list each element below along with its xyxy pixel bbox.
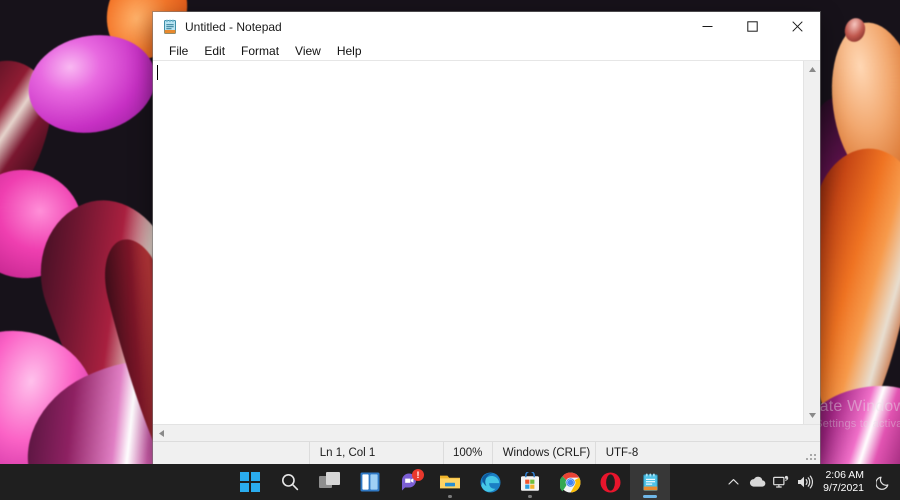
status-encoding[interactable]: UTF-8 bbox=[594, 442, 804, 464]
system-tray: 2:06 AM 9/7/2021 bbox=[721, 464, 900, 500]
menu-item-edit[interactable]: Edit bbox=[196, 42, 233, 60]
file-explorer-button[interactable] bbox=[430, 464, 470, 500]
status-bar-spacer bbox=[153, 442, 309, 464]
notepad-icon bbox=[642, 473, 658, 491]
running-indicator bbox=[528, 495, 532, 498]
clock-date: 9/7/2021 bbox=[823, 482, 864, 494]
widgets-button[interactable] bbox=[350, 464, 390, 500]
scroll-left-arrow[interactable] bbox=[153, 425, 170, 442]
scroll-down-arrow[interactable] bbox=[804, 407, 821, 424]
menu-item-help[interactable]: Help bbox=[329, 42, 370, 60]
status-zoom-level[interactable]: 100% bbox=[442, 442, 492, 464]
window-titlebar[interactable]: Untitled - Notepad bbox=[153, 12, 820, 41]
window-controls bbox=[685, 12, 820, 41]
vertical-scrollbar-track[interactable] bbox=[804, 78, 820, 407]
taskbar-apps: ! bbox=[230, 464, 670, 500]
minimize-button[interactable] bbox=[685, 12, 730, 41]
vertical-scrollbar[interactable] bbox=[803, 61, 820, 424]
network-tray-button[interactable] bbox=[769, 464, 793, 500]
maximize-button[interactable] bbox=[730, 12, 775, 41]
cloud-icon bbox=[749, 476, 765, 487]
volume-icon bbox=[797, 475, 813, 489]
opera-button[interactable] bbox=[590, 464, 630, 500]
show-hidden-icons-button[interactable] bbox=[721, 464, 745, 500]
task-view-icon bbox=[319, 472, 340, 488]
taskbar: ! 2:06 AM 9/7/2021 bbox=[0, 464, 900, 500]
widgets-icon bbox=[360, 472, 380, 492]
chrome-button[interactable] bbox=[550, 464, 590, 500]
start-button[interactable] bbox=[230, 464, 270, 500]
editor-area bbox=[153, 61, 820, 424]
chat-button[interactable]: ! bbox=[390, 464, 430, 500]
menu-bar: File Edit Format View Help bbox=[153, 41, 820, 61]
task-view-button[interactable] bbox=[310, 464, 350, 500]
menu-item-file[interactable]: File bbox=[161, 42, 196, 60]
network-icon bbox=[773, 475, 789, 488]
clock-button[interactable]: 2:06 AM 9/7/2021 bbox=[817, 469, 872, 495]
edge-icon bbox=[480, 472, 500, 492]
status-line-ending[interactable]: Windows (CRLF) bbox=[491, 442, 595, 464]
close-button[interactable] bbox=[775, 12, 820, 41]
folder-icon bbox=[440, 475, 460, 489]
menu-item-format[interactable]: Format bbox=[233, 42, 287, 60]
status-bar: Ln 1, Col 1 100% Windows (CRLF) UTF-8 bbox=[153, 441, 820, 464]
active-indicator bbox=[643, 495, 657, 498]
resize-grip[interactable] bbox=[804, 448, 818, 462]
menu-item-view[interactable]: View bbox=[287, 42, 329, 60]
notepad-window[interactable]: Untitled - Notepad File Edit Format View… bbox=[153, 12, 820, 464]
status-cursor-position: Ln 1, Col 1 bbox=[308, 442, 443, 464]
running-indicator bbox=[448, 495, 452, 498]
chat-badge: ! bbox=[412, 469, 424, 481]
chevron-up-icon bbox=[728, 479, 739, 485]
clock-time: 2:06 AM bbox=[825, 469, 864, 481]
edge-button[interactable] bbox=[470, 464, 510, 500]
moon-icon bbox=[875, 476, 888, 490]
horizontal-scrollbar[interactable] bbox=[153, 424, 820, 441]
opera-icon bbox=[600, 472, 620, 492]
store-icon bbox=[521, 472, 539, 491]
volume-tray-button[interactable] bbox=[793, 464, 817, 500]
window-title: Untitled - Notepad bbox=[185, 19, 282, 34]
text-caret bbox=[157, 65, 158, 80]
notepad-button[interactable] bbox=[630, 464, 670, 500]
search-icon bbox=[281, 473, 299, 491]
onedrive-tray-button[interactable] bbox=[745, 464, 769, 500]
scroll-up-arrow[interactable] bbox=[804, 61, 821, 78]
notepad-icon bbox=[164, 19, 176, 34]
horizontal-scrollbar-track[interactable] bbox=[170, 425, 820, 441]
text-editor-input[interactable] bbox=[153, 61, 803, 424]
store-button[interactable] bbox=[510, 464, 550, 500]
desktop-screen: Activate Windows Go to Settings to activ… bbox=[0, 0, 900, 500]
notifications-button[interactable] bbox=[872, 464, 894, 500]
chrome-icon bbox=[559, 471, 580, 492]
search-button[interactable] bbox=[270, 464, 310, 500]
